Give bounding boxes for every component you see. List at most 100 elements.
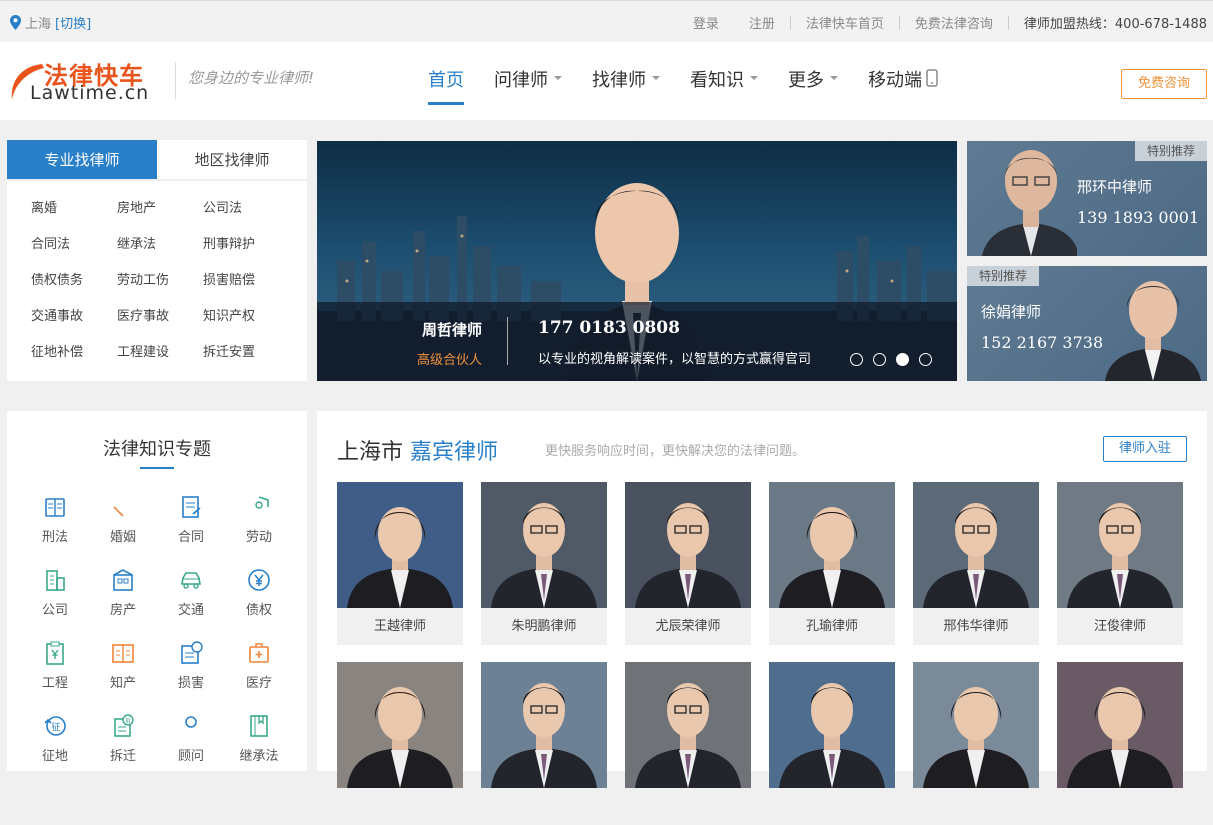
topic-item[interactable]: 合同 [157,494,225,567]
hearts-icon [113,506,124,517]
lawyer-join-button[interactable]: 律师入驻 [1103,436,1187,462]
location-pin-icon [10,15,21,30]
recommend-name: 徐娟律师 [981,303,1042,321]
nav-mobile[interactable]: 移动端 [868,66,938,106]
tab-professional[interactable]: 专业找律师 [7,140,157,179]
recommend-card[interactable]: 特别推荐 徐娟律师 152 2167 3738 [967,266,1207,381]
topic-label: 医疗 [245,676,272,691]
topic-item[interactable]: 医疗 [225,640,293,713]
category-link[interactable]: 合同法 [31,227,117,263]
lawyer-photo [1057,482,1183,608]
topic-label: 继承法 [239,749,279,764]
register-link[interactable]: 注册 [734,13,790,32]
tab-region[interactable]: 地区找律师 [157,140,307,179]
topic-item[interactable]: 征征地 [21,713,89,786]
main-nav: 首页 问律师 找律师 看知识 更多 移动端 [428,66,968,106]
topic-item[interactable]: 知产 [89,640,157,713]
land-icon: 征 [44,716,66,736]
nav-more[interactable]: 更多 [788,66,838,106]
lawyer-card[interactable] [625,662,751,825]
nav-knowledge[interactable]: 看知识 [690,66,758,106]
lawyer-card[interactable]: 汪俊律师 [1057,482,1183,645]
carousel-dot-active[interactable] [896,353,909,366]
clipboard-yen-icon [46,641,64,665]
free-consult-link[interactable]: 免费法律咨询 [900,13,1008,32]
lawyer-name: 尤辰荣律师 [655,619,721,634]
divider [507,317,508,365]
lawyer-card[interactable] [337,662,463,825]
category-link[interactable]: 房地产 [117,191,203,227]
open-book-icon [112,644,134,663]
lawyer-card[interactable] [913,662,1039,825]
category-link[interactable]: 劳动工伤 [117,263,203,299]
switch-city-link[interactable]: [切换] [55,13,91,32]
lawyer-card[interactable]: 王越律师 [337,482,463,645]
category-link[interactable]: 拆迁安置 [203,335,289,371]
city-selector[interactable]: 上海 [切换] [10,13,91,32]
carousel-dot[interactable] [919,353,932,366]
category-link[interactable]: 损害赔偿 [203,263,289,299]
topic-item[interactable]: 拆拆迁 [89,713,157,786]
hotline-text: 律师加盟热线：400-678-1488 [1023,17,1207,32]
section-title-highlight: 嘉宾律师 [410,440,499,465]
topic-label: 工程 [41,676,68,691]
category-link[interactable]: 离婚 [31,191,117,227]
nav-find-lawyer[interactable]: 找律师 [592,66,660,106]
topic-item[interactable]: 刑法 [21,494,89,567]
category-link[interactable]: 债权债务 [31,263,117,299]
recommend-card[interactable]: 特别推荐 邢环中律师 139 1893 0001 [967,141,1207,256]
topic-item[interactable]: 公司 [21,567,89,640]
topic-item[interactable]: 继承法 [225,713,293,786]
nav-ask-lawyer[interactable]: 问律师 [494,66,562,106]
banner-description: 以专业的视角解读案件，以智慧的方式赢得官司 [538,352,812,367]
chevron-down-icon [554,76,562,80]
carousel-dot[interactable] [873,353,886,366]
lawyer-photo [1057,662,1183,788]
lawyer-card[interactable]: 邢伟华律师 [913,482,1039,645]
topic-item[interactable]: 顾问 [157,713,225,786]
chevron-down-icon [830,76,838,80]
lawyer-photo [913,482,1039,608]
city-name: 上海 [25,17,52,32]
lawyer-card[interactable]: 朱明鹏律师 [481,482,607,645]
carousel-dot[interactable] [850,353,863,366]
topic-item[interactable]: 工程 [21,640,89,713]
lawyer-card[interactable]: 孔瑜律师 [769,482,895,645]
demolish-icon: 拆 [114,714,134,737]
topic-label: 交通 [177,603,204,618]
topic-item[interactable]: 房产 [89,567,157,640]
lawyer-card[interactable] [769,662,895,825]
category-link[interactable]: 征地补偿 [31,335,117,371]
login-link[interactable]: 登录 [678,13,734,32]
topic-item[interactable]: 婚姻 [89,494,157,567]
category-link[interactable]: 刑事辩护 [203,227,289,263]
topic-item[interactable]: 债权 [225,567,293,640]
topic-item[interactable]: 劳动 [225,494,293,567]
lawyer-card[interactable]: 尤辰荣律师 [625,482,751,645]
site-logo[interactable]: 法律快车 Lawtime.cn [6,56,166,104]
person-icon [185,716,197,728]
lawyer-card[interactable] [481,662,607,825]
home-link[interactable]: 法律快车首页 [791,13,899,32]
category-link[interactable]: 公司法 [203,191,289,227]
topic-grid: 刑法 婚姻 合同 劳动公司 房产 交通 债权工程 知产 损害 医疗征征地拆拆迁 顾问 继承法 [21,494,293,786]
topic-label: 劳动 [245,530,272,545]
knowledge-title: 法律知识专题 [103,439,211,460]
carousel-dots [850,353,932,366]
category-link[interactable]: 工程建设 [117,335,203,371]
inherit-book-icon [250,715,268,737]
banner-lawyer-title: 高级合伙人 [417,353,483,368]
topic-item[interactable]: 损害 [157,640,225,713]
knowledge-topics-panel: 法律知识专题 刑法 婚姻 合同 劳动 公司 房产 交通 债权 工程 知产 损害 医疗征征地 拆拆迁 顾问 继… [7,411,307,771]
nav-home[interactable]: 首页 [428,66,464,106]
recommend-tag: 特别推荐 [967,266,1040,286]
category-link[interactable]: 知识产权 [203,299,289,335]
free-consult-button[interactable]: 免费咨询 [1121,69,1207,99]
lawyer-card[interactable] [1057,662,1183,825]
category-link[interactable]: 医疗事故 [117,299,203,335]
hero-banner[interactable]: 周哲律师 高级合伙人 177 0183 0808 以专业的视角解读案件，以智慧的… [317,141,957,381]
category-link[interactable]: 交通事故 [31,299,117,335]
topic-item[interactable]: 交通 [157,567,225,640]
section-title: 上海市 嘉宾律师 [337,440,499,465]
category-link[interactable]: 继承法 [117,227,203,263]
